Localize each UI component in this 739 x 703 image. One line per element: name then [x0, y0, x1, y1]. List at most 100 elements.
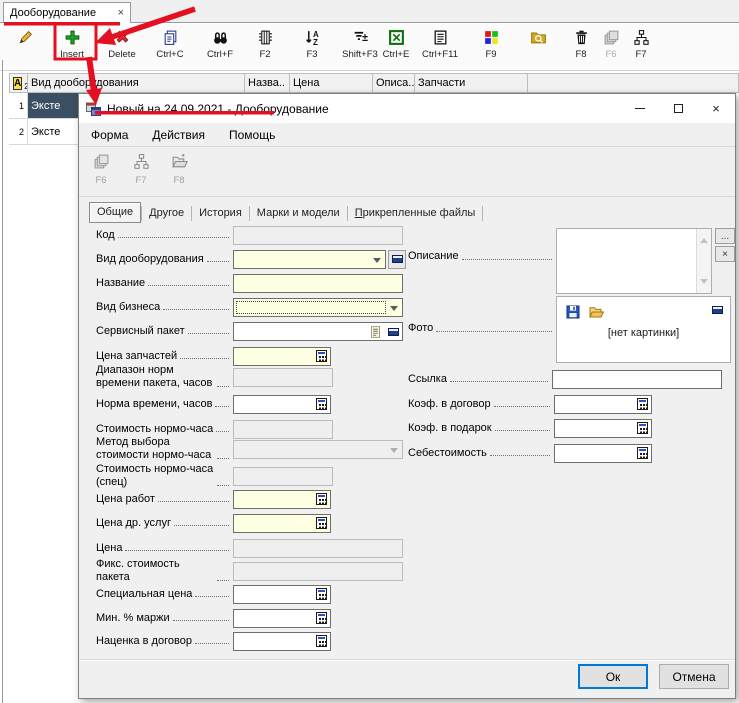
cena-uslug-input[interactable] — [233, 514, 331, 533]
column-header-filler — [528, 73, 739, 93]
column-header-zapchasti[interactable]: Запчасти — [415, 73, 528, 93]
svg-text:Z: Z — [313, 37, 318, 45]
chevron-down-icon[interactable] — [373, 258, 381, 267]
field-row-metod-vybora: Метод выбора стоимости нормо-часа — [96, 439, 403, 459]
field-label: Вид бизнеса — [96, 301, 160, 314]
calculator-icon[interactable] — [315, 612, 328, 625]
kod-input — [233, 226, 403, 245]
svg-text:±: ± — [362, 32, 368, 44]
dialog-title-bar[interactable]: Новый на 24.09.2021 - Дооборудование × — [79, 94, 735, 123]
vid-biznesa-combobox[interactable] — [233, 298, 403, 317]
tab-istoriya[interactable]: История — [192, 204, 249, 223]
cancel-button[interactable]: Отмена — [659, 664, 729, 689]
servisnyy-paket-input[interactable] — [233, 322, 403, 341]
nacenka-input[interactable] — [233, 632, 331, 651]
column-header-nazvanie[interactable]: Назва.. — [245, 73, 290, 93]
field-row-spetsialnaya-cena: Специальная цена — [96, 584, 331, 604]
tab-drugoe[interactable]: Другое — [142, 204, 191, 223]
koef-dogovor-input[interactable] — [554, 395, 652, 414]
field-label: Коэф. в договор — [408, 398, 491, 411]
tab-marki[interactable]: Марки и модели — [250, 204, 347, 223]
tab-prikreplennye[interactable]: Прикрепленные файлы — [348, 204, 483, 223]
menu-forma[interactable]: Форма — [91, 128, 128, 142]
focus-rectangle — [236, 301, 386, 314]
tab-obschie[interactable]: Общие — [89, 202, 141, 223]
dialog-open-folder-button[interactable]: F8 — [159, 153, 199, 186]
cena-zapchastey-input[interactable] — [233, 347, 331, 366]
reference-window-icon[interactable] — [712, 306, 723, 314]
field-row-cena-zapchastey: Цена запчастей — [96, 346, 331, 366]
list-select-icon[interactable] — [369, 325, 382, 342]
tab-dooborudovanie[interactable]: Дооборудование × — [3, 2, 131, 23]
minimize-button[interactable] — [621, 94, 659, 123]
copy-icon — [144, 27, 196, 47]
sebestoimost-input[interactable] — [554, 444, 652, 463]
pencil-icon — [0, 27, 51, 47]
opisanie-more-button[interactable]: ... — [715, 228, 735, 244]
field-row-nacenka: Наценка в договор — [96, 631, 331, 651]
field-row-vid-biznesa: Вид бизнеса — [96, 297, 403, 317]
calculator-icon[interactable] — [315, 517, 328, 530]
dialog-history-button[interactable]: F6 — [81, 153, 121, 186]
choose-reference-button[interactable] — [388, 250, 406, 269]
calculator-icon[interactable] — [636, 447, 649, 460]
column-header-opisanie[interactable]: Описа.. — [373, 73, 415, 93]
opisanie-clear-button[interactable]: × — [715, 246, 735, 262]
dialog-tab-strip: Общие Другое История Марки и модели Прик… — [89, 201, 483, 223]
menu-pomosch[interactable]: Помощь — [229, 128, 275, 142]
save-icon[interactable] — [565, 304, 581, 323]
delete-button[interactable]: Delete — [96, 27, 148, 60]
hierarchy-button[interactable]: F7 — [615, 27, 667, 60]
open-folder-icon[interactable] — [587, 304, 606, 323]
menu-deystviya[interactable]: Действия — [152, 128, 205, 142]
panel-left-border — [2, 60, 3, 703]
dotted-leader — [216, 431, 229, 432]
min-marzhi-input[interactable] — [233, 609, 331, 628]
dialog-hierarchy-button[interactable]: F7 — [121, 153, 161, 186]
opisanie-textarea[interactable] — [556, 228, 712, 294]
maximize-button[interactable] — [659, 94, 697, 123]
foto-box[interactable]: [нет картинки] — [556, 296, 731, 363]
scroll-up-icon[interactable] — [700, 234, 708, 243]
calculator-icon[interactable] — [636, 422, 649, 435]
field-label: Вид дооборудования — [96, 253, 204, 266]
ok-button[interactable]: Ок — [578, 664, 648, 689]
table-corner-cell[interactable]: A 2 — [9, 73, 28, 93]
field-label: Код — [96, 229, 115, 242]
cena-rabot-input[interactable] — [233, 490, 331, 509]
dotted-leader — [490, 455, 550, 456]
vid-dooborudovaniya-combobox[interactable] — [233, 250, 386, 269]
column-header-vid[interactable]: Вид дооборудования — [28, 73, 245, 93]
chevron-down-icon[interactable] — [390, 306, 398, 315]
sort-button[interactable]: AZ F3 — [286, 27, 338, 60]
report-button[interactable]: Ctrl+F11 — [414, 27, 466, 60]
norma-vremeni-input[interactable] — [233, 395, 331, 414]
nazvanie-input[interactable] — [233, 274, 403, 293]
field-label: Сервисный пакет — [96, 325, 185, 338]
calculator-icon[interactable] — [315, 588, 328, 601]
field-row-koef-podarok: Коэф. в подарок — [408, 418, 652, 438]
document-lines-icon — [414, 27, 466, 47]
dotted-leader — [195, 596, 229, 597]
calculator-icon[interactable] — [636, 398, 649, 411]
close-button[interactable]: × — [697, 94, 735, 123]
calculator-icon[interactable] — [315, 493, 328, 506]
reference-window-icon[interactable] — [388, 328, 399, 336]
ssylka-input[interactable] — [552, 370, 722, 389]
color-settings-button[interactable]: F9 — [465, 27, 517, 60]
calculator-icon[interactable] — [315, 398, 328, 411]
koef-podarok-input[interactable] — [554, 419, 652, 438]
insert-button[interactable]: Insert — [46, 27, 98, 60]
columns-button[interactable]: F2 — [239, 27, 291, 60]
calculator-icon[interactable] — [315, 635, 328, 648]
copy-button[interactable]: Ctrl+C — [144, 27, 196, 60]
calculator-icon[interactable] — [315, 350, 328, 363]
column-header-cena[interactable]: Цена — [290, 73, 373, 93]
edit-button[interactable] — [0, 27, 51, 49]
spetsialnaya-cena-input[interactable] — [233, 585, 331, 604]
stoimost-normochasa-input — [233, 420, 333, 439]
scroll-down-icon[interactable] — [700, 279, 708, 288]
field-row-koef-dogovor: Коэф. в договор — [408, 394, 652, 414]
scrollbar[interactable] — [696, 229, 711, 293]
tab-close-icon[interactable]: × — [118, 7, 124, 19]
